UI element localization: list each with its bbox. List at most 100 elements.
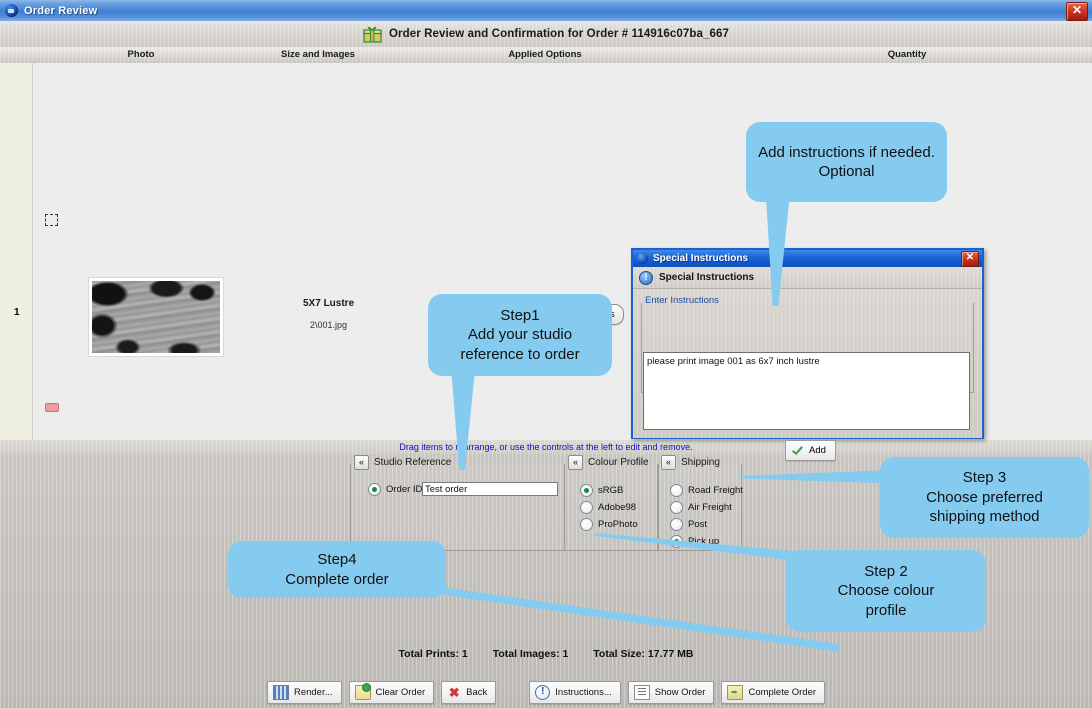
- add-instructions-button-label: Add: [809, 445, 826, 456]
- app-globe-icon: [5, 4, 18, 17]
- red-x-icon: ✖: [447, 686, 461, 699]
- dialog-title-bar: Special Instructions ✕: [633, 250, 982, 267]
- callout-step1-line2: Add your studio: [468, 326, 572, 343]
- order-id-label: Order ID: [386, 484, 422, 495]
- render-button-label: Render...: [294, 687, 333, 698]
- studio-reference-header: « Studio Reference: [351, 455, 455, 470]
- drag-hint-text: Drag items to rearrange, or use the cont…: [0, 440, 1092, 455]
- callout-step4-text: Step4 Complete order: [285, 550, 388, 589]
- render-button[interactable]: Render...: [267, 681, 342, 704]
- window-title-bar: Order Review ✕: [0, 0, 1092, 22]
- complete-order-button[interactable]: Complete Order: [721, 681, 825, 704]
- radio-air-freight[interactable]: [670, 501, 683, 514]
- colour-profile-header: « Colour Profile: [565, 455, 653, 470]
- collapse-chevrons-icon[interactable]: «: [568, 455, 583, 470]
- radio-prophoto-label: ProPhoto: [598, 519, 638, 530]
- callout-step3-line3: shipping method: [929, 508, 1039, 525]
- instructions-button[interactable]: ! Instructions...: [529, 681, 621, 704]
- column-header-quantity: Quantity: [848, 49, 966, 60]
- dialog-sub-header-label: Special Instructions: [659, 272, 754, 283]
- add-instructions-button[interactable]: Add: [785, 440, 836, 461]
- banner-title: Order Review and Confirmation for Order …: [389, 28, 729, 40]
- callout-step2: Step 2 Choose colour profile: [786, 550, 986, 632]
- green-check-icon: [791, 445, 804, 456]
- radio-road-freight-label: Road Freight: [688, 485, 743, 496]
- total-size: Total Size: 17.77 MB: [593, 648, 693, 660]
- shipping-option-road-freight[interactable]: Road Freight: [670, 484, 743, 497]
- remove-icon[interactable]: [45, 403, 59, 412]
- colour-profile-option-adobe98[interactable]: Adobe98: [580, 501, 636, 514]
- dialog-body: Enter Instructions Add: [633, 289, 982, 438]
- select-box-icon[interactable]: [45, 214, 58, 226]
- collapse-chevrons-icon[interactable]: «: [354, 455, 369, 470]
- bottom-toolbar: Render... Clear Order ✖ Back ! Instructi…: [0, 681, 1092, 704]
- collapse-chevrons-icon[interactable]: «: [661, 455, 676, 470]
- shipping-title: Shipping: [681, 457, 724, 468]
- order-id-radio-row[interactable]: Order ID: [368, 483, 422, 496]
- enter-instructions-legend: Enter Instructions: [645, 295, 723, 306]
- studio-reference-title: Studio Reference: [374, 457, 455, 468]
- order-id-input[interactable]: [422, 482, 558, 496]
- callout-step1-line3: reference to order: [460, 346, 579, 363]
- colour-profile-option-srgb[interactable]: sRGB: [580, 484, 623, 497]
- shipping-option-post[interactable]: Post: [670, 518, 707, 531]
- window-close-button[interactable]: ✕: [1066, 2, 1088, 21]
- info-circle-icon: !: [639, 271, 653, 285]
- callout-step2-text: Step 2 Choose colour profile: [838, 562, 935, 621]
- callout-step1-text: Step1 Add your studio reference to order: [460, 306, 579, 365]
- radio-post[interactable]: [670, 518, 683, 531]
- back-button-label: Back: [466, 687, 487, 698]
- complete-order-button-label: Complete Order: [748, 687, 816, 698]
- colour-profile-option-prophoto[interactable]: ProPhoto: [580, 518, 638, 531]
- callout-step4-line2: Complete order: [285, 571, 388, 588]
- radio-post-label: Post: [688, 519, 707, 530]
- show-order-button-label: Show Order: [655, 687, 706, 698]
- callout-step2-line1: Step 2: [864, 563, 907, 580]
- dialog-close-button[interactable]: ✕: [961, 251, 979, 267]
- item-filename-label: 2\001.jpg: [310, 320, 347, 330]
- clear-order-button[interactable]: Clear Order: [349, 681, 435, 704]
- instructions-button-label: Instructions...: [555, 687, 612, 698]
- row-number: 1: [14, 307, 20, 318]
- order-id-radio[interactable]: [368, 483, 381, 496]
- radio-road-freight[interactable]: [670, 484, 683, 497]
- callout-step3-line2: Choose preferred: [926, 489, 1043, 506]
- dialog-title: Special Instructions: [653, 253, 748, 264]
- folder-arrow-icon: [727, 685, 743, 700]
- totals-row: Total Prints: 1 Total Images: 1 Total Si…: [0, 648, 1092, 660]
- instructions-textarea[interactable]: [643, 352, 970, 430]
- column-header-size: Size and Images: [250, 49, 386, 60]
- folder-refresh-icon: [355, 685, 371, 700]
- radio-adobe98[interactable]: [580, 501, 593, 514]
- shipping-option-air-freight[interactable]: Air Freight: [670, 501, 732, 514]
- callout-add-instructions-text: Add instructions if needed. Optional: [756, 143, 937, 182]
- clear-order-button-label: Clear Order: [376, 687, 426, 698]
- list-icon: [634, 685, 650, 700]
- back-button[interactable]: ✖ Back: [441, 681, 496, 704]
- item-size-label: 5X7 Lustre: [303, 298, 354, 309]
- radio-prophoto[interactable]: [580, 518, 593, 531]
- callout-step4-line1: Step4: [317, 551, 356, 568]
- photo-thumbnail[interactable]: [89, 278, 223, 356]
- gift-box-icon: [363, 25, 382, 43]
- header-banner: Order Review and Confirmation for Order …: [0, 21, 1092, 48]
- callout-step2-line2: Choose colour: [838, 582, 935, 599]
- column-header-photo: Photo: [100, 49, 182, 60]
- radio-srgb[interactable]: [580, 484, 593, 497]
- special-instructions-dialog: Special Instructions ✕ ! Special Instruc…: [631, 248, 984, 439]
- studio-reference-group: « Studio Reference: [350, 464, 565, 551]
- total-prints: Total Prints: 1: [399, 648, 468, 660]
- dialog-sub-header: ! Special Instructions: [633, 267, 982, 289]
- shipping-header: « Shipping: [658, 455, 724, 470]
- window-title: Order Review: [24, 5, 97, 17]
- radio-air-freight-label: Air Freight: [688, 502, 732, 513]
- show-order-button[interactable]: Show Order: [628, 681, 715, 704]
- callout-add-instructions: Add instructions if needed. Optional: [746, 122, 947, 202]
- total-images: Total Images: 1: [493, 648, 569, 660]
- render-grid-icon: [273, 685, 289, 700]
- radio-srgb-label: sRGB: [598, 485, 623, 496]
- callout-step3: Step 3 Choose preferred shipping method: [880, 457, 1089, 538]
- photo-thumbnail-image: [92, 281, 220, 353]
- order-review-window: Order Review ✕ Order Review and Confirma…: [0, 0, 1092, 708]
- radio-adobe98-label: Adobe98: [598, 502, 636, 513]
